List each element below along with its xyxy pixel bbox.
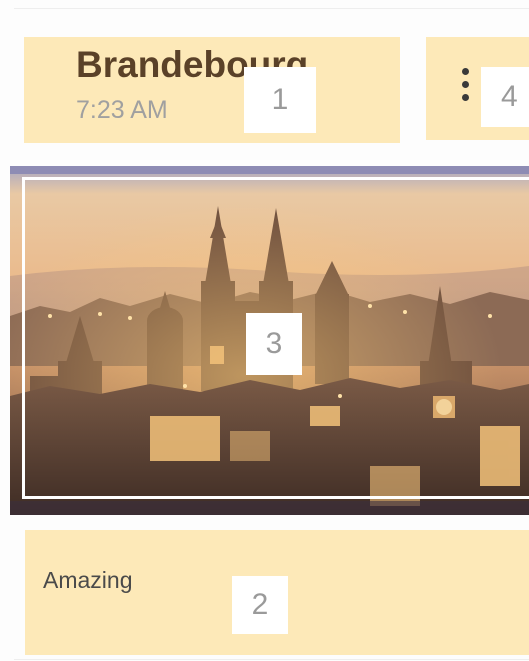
timestamp: 7:23 AM	[76, 96, 168, 124]
bottom-divider	[14, 659, 529, 660]
element-marker-1: 1	[244, 67, 316, 133]
element-marker-2: 2	[232, 576, 288, 634]
page: Brandebourg 7:23 AM Amazing 1 4 3 2	[0, 0, 529, 661]
more-vert-icon	[460, 68, 470, 102]
top-divider	[14, 8, 529, 9]
element-marker-4: 4	[481, 67, 529, 127]
caption-text: Amazing	[43, 567, 133, 593]
element-marker-3: 3	[246, 313, 302, 375]
header-card[interactable]: Brandebourg 7:23 AM	[24, 37, 400, 143]
